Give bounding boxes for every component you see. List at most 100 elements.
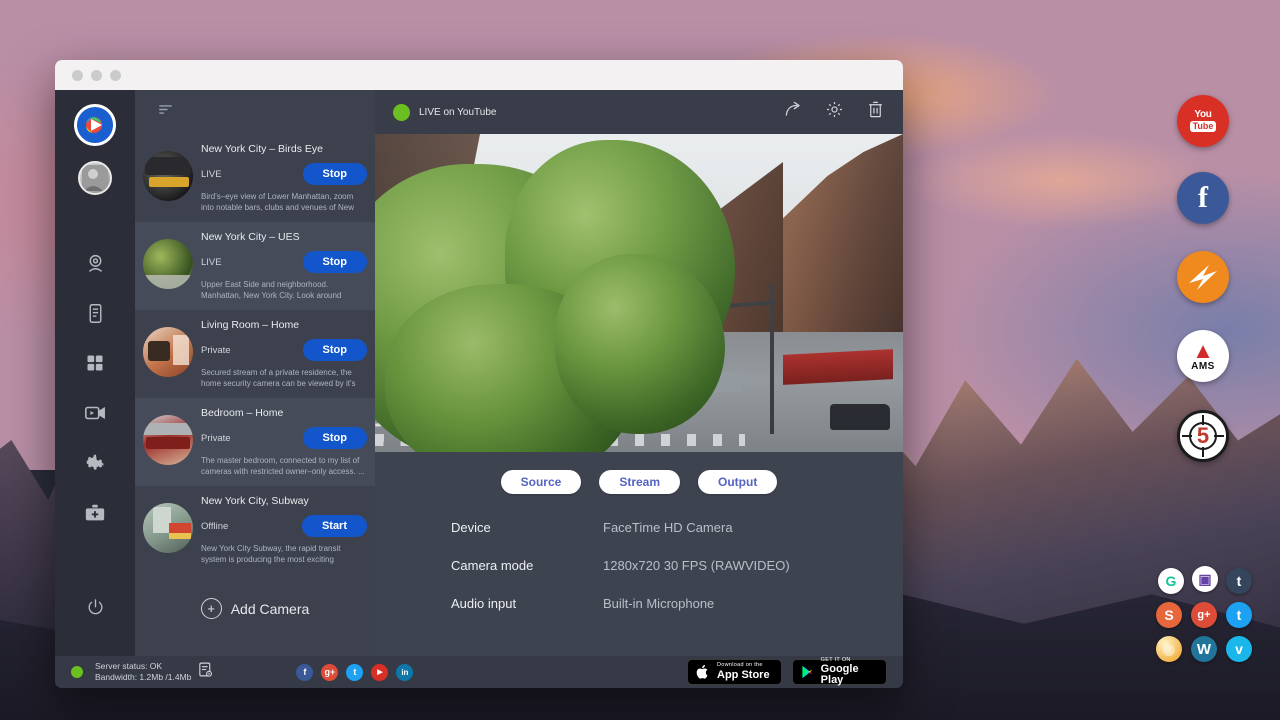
power-icon [86, 598, 105, 617]
gear-icon [85, 453, 106, 474]
trash-icon [866, 100, 885, 119]
camera-state: Offline [201, 521, 228, 532]
detail-value[interactable]: Built-in Microphone [603, 596, 714, 611]
camera-state: LIVE [201, 169, 222, 180]
sidebar-item-streams[interactable] [75, 393, 115, 433]
linkedin-glyph: in [401, 668, 408, 677]
camera-list-scroll[interactable]: New York City – Birds Eye LIVE Stop Bird… [135, 134, 375, 656]
facebook-desktop-icon[interactable]: f [1177, 172, 1229, 224]
server-status-line: Server status: OK [95, 661, 162, 671]
facebook-icon[interactable]: f [296, 664, 313, 681]
youtube-icon[interactable]: ▶ [371, 664, 388, 681]
camera-toggle-button[interactable]: Start [302, 515, 367, 537]
detail-label: Audio input [451, 596, 603, 611]
sidebar-item-power[interactable] [75, 587, 115, 627]
tab-stream[interactable]: Stream [599, 470, 680, 494]
wowza-desktop-icon[interactable] [1177, 251, 1229, 303]
google-plus-grid-icon[interactable]: g+ [1191, 602, 1217, 628]
play-triangle-icon [800, 663, 815, 681]
instagram-icon[interactable]: ◉ [1156, 636, 1182, 662]
sidebar-item-cameras[interactable] [75, 243, 115, 283]
grammarly-icon[interactable]: G [1158, 568, 1184, 594]
youtube-desktop-icon[interactable]: You Tube [1177, 95, 1229, 147]
app-logo[interactable] [74, 104, 116, 146]
vimeo-icon[interactable]: v [1226, 636, 1252, 662]
minimize-button[interactable] [91, 70, 102, 81]
list-item[interactable]: New York City – Birds Eye LIVE Stop Bird… [135, 134, 375, 222]
camera-toggle-button[interactable]: Stop [303, 163, 367, 185]
document-note-icon[interactable] [197, 661, 214, 683]
google-plus-glyph: g+ [1197, 609, 1210, 621]
camera-info: Living Room – Home Private Stop Secured … [201, 319, 367, 389]
maximize-button[interactable] [110, 70, 121, 81]
camera-state: Private [201, 345, 231, 356]
camera-thumbnail [143, 239, 193, 289]
sidebar-item-settings[interactable] [75, 443, 115, 483]
app-store-button[interactable]: Download on the App Store [687, 659, 782, 685]
video-box-icon [84, 402, 106, 424]
camera-info: Bedroom – Home Private Stop The master b… [201, 407, 367, 477]
share-button[interactable] [784, 100, 803, 124]
camera-title: New York City, Subway [201, 495, 367, 507]
detail-row-device: Device FaceTime HD Camera [451, 520, 903, 535]
video-preview[interactable] [375, 134, 903, 452]
bandwidth-line: Bandwidth: 1.2Mb /1.4Mb [95, 672, 191, 682]
camera-thumbnail [143, 503, 193, 553]
twitch-glyph: ▣ [1198, 571, 1211, 588]
adobe-ams-desktop-icon[interactable]: ▲ AMS [1177, 330, 1229, 382]
app-store-big: App Store [717, 670, 770, 681]
app-store-small: Download on the [717, 663, 770, 669]
detail-value[interactable]: 1280x720 30 FPS (RAWVIDEO) [603, 558, 790, 573]
delete-button[interactable] [866, 100, 885, 124]
camera-title: New York City – UES [201, 231, 367, 243]
server-status-dot [71, 666, 83, 678]
google-play-button[interactable]: GET IT ON Google Play [792, 659, 887, 685]
twitter-grid-icon[interactable]: t [1226, 602, 1252, 628]
twitch-icon[interactable]: ▣ [1192, 566, 1218, 592]
camera-description: The master bedroom, connected to my list… [201, 455, 367, 477]
sort-filter-icon[interactable] [157, 101, 174, 123]
live-status-dot [393, 104, 410, 121]
live-status-label: LIVE on YouTube [419, 107, 496, 118]
sidebar-item-add[interactable] [75, 493, 115, 533]
camera-list-panel: New York City – Birds Eye LIVE Stop Bird… [135, 90, 375, 656]
shopify-icon[interactable]: S [1156, 602, 1182, 628]
tab-source[interactable]: Source [501, 470, 582, 494]
camera-status-row: Private Stop [201, 339, 367, 361]
wordpress-glyph: W [1197, 641, 1211, 658]
camera-description: Bird's–eye view of Lower Manhattan, zoom… [201, 191, 367, 213]
camera-description: New York City Subway, the rapid transit … [201, 543, 367, 565]
list-item[interactable]: Bedroom – Home Private Stop The master b… [135, 398, 375, 486]
add-camera-button[interactable]: + Add Camera [135, 574, 375, 619]
google-plus-icon[interactable]: g+ [321, 664, 338, 681]
twitter-icon[interactable]: t [346, 664, 363, 681]
app-store-text: Download on the App Store [717, 663, 770, 681]
add-box-icon [84, 502, 106, 524]
linkedin-icon[interactable]: in [396, 664, 413, 681]
main-topbar: LIVE on YouTube [375, 90, 903, 134]
camera-state: Private [201, 433, 231, 444]
google-plus-glyph: g+ [325, 667, 336, 677]
five-target-desktop-icon[interactable]: 5 [1177, 410, 1229, 462]
detail-value[interactable]: FaceTime HD Camera [603, 520, 733, 535]
grammarly-glyph: G [1166, 573, 1177, 589]
webcam-icon [85, 253, 106, 274]
ams-label: AMS [1191, 361, 1215, 372]
list-item[interactable]: New York City, Subway Offline Start New … [135, 486, 375, 574]
camera-thumbnail [143, 327, 193, 377]
list-item[interactable]: New York City – UES LIVE Stop Upper East… [135, 222, 375, 310]
camera-toggle-button[interactable]: Stop [303, 251, 367, 273]
wordpress-icon[interactable]: W [1191, 636, 1217, 662]
sidebar-item-devices[interactable] [75, 293, 115, 333]
user-avatar[interactable] [78, 161, 112, 195]
camera-state: LIVE [201, 257, 222, 268]
tumblr-icon[interactable]: t [1226, 568, 1252, 594]
close-button[interactable] [72, 70, 83, 81]
settings-button[interactable] [825, 100, 844, 124]
sidebar-item-dashboard[interactable] [75, 343, 115, 383]
camera-toggle-button[interactable]: Stop [303, 427, 367, 449]
tab-output[interactable]: Output [698, 470, 777, 494]
camera-toggle-button[interactable]: Stop [303, 339, 367, 361]
main-panel: LIVE on YouTube [375, 90, 903, 656]
list-item[interactable]: Living Room – Home Private Stop Secured … [135, 310, 375, 398]
